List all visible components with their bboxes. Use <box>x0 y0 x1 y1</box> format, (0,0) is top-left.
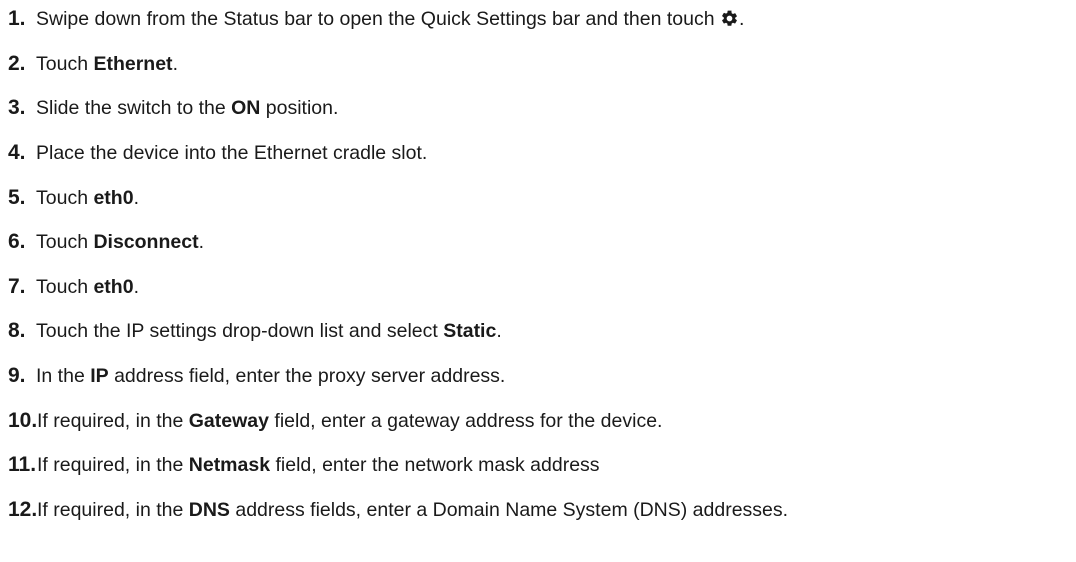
step-text: Touch <box>36 187 94 209</box>
step-text: Swipe down from the Status bar to open t… <box>36 8 720 30</box>
step-number: 10. <box>8 409 38 432</box>
step-number: 12. <box>8 498 38 521</box>
step-text: Slide the switch to the <box>36 97 232 119</box>
ui-term: Gateway <box>188 410 269 432</box>
step-1: 1. Swipe down from the Status bar to open… <box>8 4 744 34</box>
step-number: 7. <box>8 275 26 298</box>
ui-term: Disconnect <box>93 231 199 253</box>
ui-term: DNS <box>188 499 230 521</box>
step-text-end: field, enter the network mask address <box>270 454 600 476</box>
step-text-end: . <box>198 231 204 253</box>
ui-term: eth0 <box>93 187 134 209</box>
step-number: 5. <box>8 186 26 209</box>
step-text: If required, in the <box>37 454 189 476</box>
step-10: 10.If required, in the Gateway field, en… <box>8 406 662 436</box>
ui-term: eth0 <box>93 276 134 298</box>
step-text-end: . <box>496 320 502 342</box>
step-6: 6. Touch Disconnect. <box>8 227 204 257</box>
step-text: Touch <box>36 53 94 75</box>
step-7: 7. Touch eth0. <box>8 272 139 302</box>
step-text: If required, in the <box>37 499 189 521</box>
step-text: Place the device into the Ethernet cradl… <box>36 142 428 164</box>
ui-term: IP <box>90 365 109 387</box>
step-text-end: address field, enter the proxy server ad… <box>108 365 506 387</box>
step-number: 11. <box>8 453 37 476</box>
step-text-end: . <box>133 276 139 298</box>
step-9: 9. In the IP address field, enter the pro… <box>8 361 505 391</box>
step-number: 2. <box>8 52 26 75</box>
step-number: 1. <box>8 7 26 30</box>
step-text-end: . <box>133 187 139 209</box>
step-text: Touch <box>36 231 94 253</box>
step-2: 2. Touch Ethernet. <box>8 49 178 79</box>
step-number: 8. <box>8 319 26 342</box>
gear-icon <box>722 10 737 26</box>
step-5: 5. Touch eth0. <box>8 183 139 213</box>
step-text-end: field, enter a gateway address for the d… <box>268 410 663 432</box>
step-3: 3. Slide the switch to the ON position. <box>8 93 338 123</box>
step-text-end: . <box>739 8 745 30</box>
step-text-end: address fields, enter a Domain Name Syst… <box>229 499 789 521</box>
ui-term: ON <box>231 97 261 119</box>
step-text: Touch the IP settings drop-down list and… <box>36 320 444 342</box>
step-text: If required, in the <box>37 410 189 432</box>
step-text: In the <box>36 365 91 387</box>
step-4: 4. Place the device into the Ethernet cra… <box>8 138 427 168</box>
ui-term: Ethernet <box>93 53 173 75</box>
step-number: 9. <box>8 364 26 387</box>
step-number: 3. <box>8 96 26 119</box>
step-number: 6. <box>8 230 26 253</box>
step-11: 11.If required, in the Netmask field, en… <box>8 450 600 480</box>
ui-term: Netmask <box>188 454 271 476</box>
step-12: 12.If required, in the DNS address field… <box>8 495 788 525</box>
step-text-end: . <box>172 53 178 75</box>
step-8: 8. Touch the IP settings drop-down list a… <box>8 316 502 346</box>
step-number: 4. <box>8 141 26 164</box>
ui-term: Static <box>443 320 497 342</box>
step-text: Touch <box>36 276 94 298</box>
step-text-end: position. <box>260 97 339 119</box>
